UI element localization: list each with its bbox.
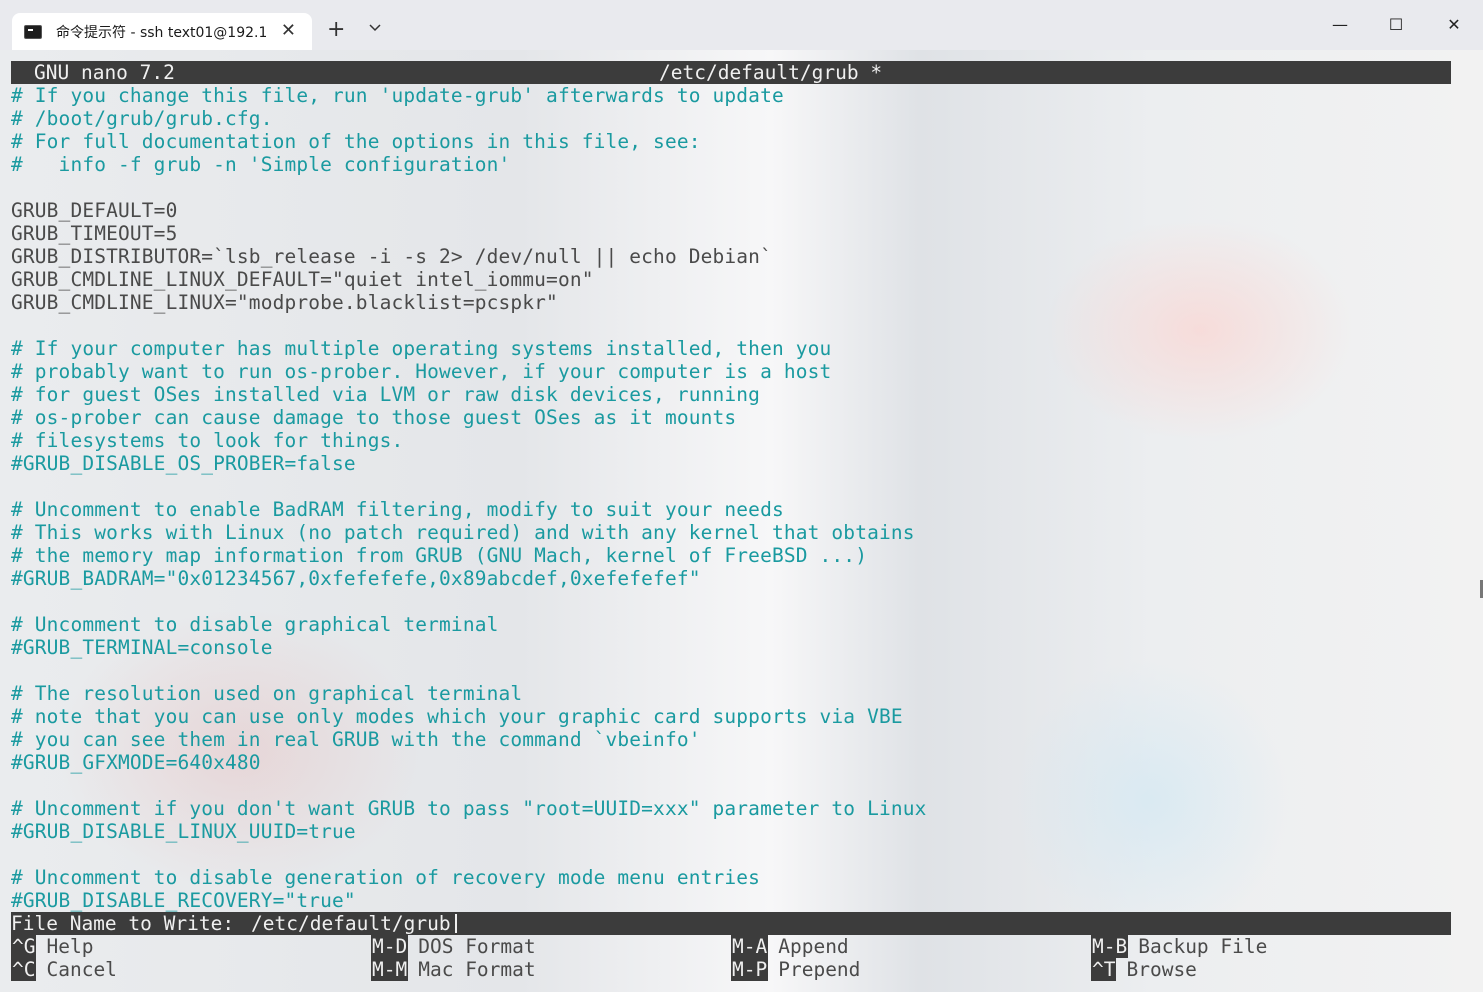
editor-line[interactable]: GRUB_TIMEOUT=5	[11, 222, 177, 245]
terminal-icon	[24, 24, 42, 39]
shortcut-label: Help	[46, 935, 94, 958]
shortcut-label: Prepend	[778, 958, 861, 981]
write-prompt-bar[interactable]: File Name to Write: /etc/default/grub	[11, 912, 1451, 935]
shortcut-key: M-A	[731, 935, 769, 958]
text-cursor	[455, 914, 457, 933]
editor-line[interactable]: # Uncomment to disable graphical termina…	[11, 613, 499, 636]
editor-line[interactable]: #GRUB_DISABLE_RECOVERY="true"	[11, 889, 356, 912]
editor-line[interactable]: # Uncomment if you don't want GRUB to pa…	[11, 797, 927, 820]
editor-line[interactable]: #GRUB_DISABLE_OS_PROBER=false	[11, 452, 356, 475]
shortcut-key: ^T	[1091, 958, 1117, 981]
editor-line[interactable]: #GRUB_BADRAM="0x01234567,0xfefefefe,0x89…	[11, 567, 701, 590]
shortcut-key: M-P	[731, 958, 769, 981]
editor-line[interactable]: GRUB_DEFAULT=0	[11, 199, 177, 222]
shortcut-key: ^C	[11, 958, 37, 981]
nano-file-title: /etc/default/grub *	[659, 61, 883, 84]
terminal-area[interactable]: GNU nano 7.2 /etc/default/grub * # If yo…	[0, 50, 1483, 992]
editor-line[interactable]: #GRUB_TERMINAL=console	[11, 636, 273, 659]
editor-line[interactable]: # note that you can use only modes which…	[11, 705, 903, 728]
nano-version: GNU nano 7.2	[34, 61, 175, 84]
editor-line[interactable]: # For full documentation of the options …	[11, 130, 701, 153]
editor-line[interactable]: # for guest OSes installed via LVM or ra…	[11, 383, 760, 406]
editor-line[interactable]: GRUB_CMDLINE_LINUX="modprobe.blacklist=p…	[11, 291, 558, 314]
maximize-button[interactable]: ☐	[1384, 14, 1408, 36]
shortcut-item[interactable]: M-D DOS Format	[371, 935, 536, 958]
title-bar: 命令提示符 - ssh text01@192.168.1.1 ✕ + — ☐ ✕	[0, 0, 1483, 50]
shortcut-item[interactable]: ^G Help	[11, 935, 93, 958]
close-window-button[interactable]: ✕	[1442, 14, 1466, 36]
editor-line[interactable]: # os-prober can cause damage to those gu…	[11, 406, 736, 429]
tab-command-prompt[interactable]: 命令提示符 - ssh text01@192.168.1.1 ✕	[12, 13, 312, 50]
shortcut-key: M-D	[371, 935, 409, 958]
editor-line[interactable]: #GRUB_DISABLE_LINUX_UUID=true	[11, 820, 356, 843]
tab-title: 命令提示符 - ssh text01@192.168.1.1	[56, 24, 266, 41]
editor-line[interactable]: # The resolution used on graphical termi…	[11, 682, 522, 705]
shortcut-label: Mac Format	[418, 958, 536, 981]
shortcut-key: M-M	[371, 958, 409, 981]
editor-line[interactable]: # you can see them in real GRUB with the…	[11, 728, 701, 751]
shortcut-item[interactable]: M-M Mac Format	[371, 958, 536, 981]
shortcut-item[interactable]: ^T Browse	[1091, 958, 1197, 981]
minimize-button[interactable]: —	[1328, 14, 1352, 36]
new-tab-button[interactable]: +	[327, 17, 345, 43]
shortcut-label: Browse	[1126, 958, 1197, 981]
nano-header-bar: GNU nano 7.2 /etc/default/grub *	[11, 61, 1451, 84]
editor-line[interactable]: # probably want to run os-prober. Howeve…	[11, 360, 831, 383]
editor-line[interactable]: # Uncomment to disable generation of rec…	[11, 866, 760, 889]
editor-line[interactable]: # filesystems to look for things.	[11, 429, 403, 452]
shortcut-item[interactable]: ^C Cancel	[11, 958, 117, 981]
editor-line[interactable]: GRUB_DISTRIBUTOR=`lsb_release -i -s 2> /…	[11, 245, 772, 268]
editor-line[interactable]: # the memory map information from GRUB (…	[11, 544, 867, 567]
shortcut-key: ^G	[11, 935, 37, 958]
shortcut-item[interactable]: M-P Prepend	[731, 958, 860, 981]
shortcut-label: Backup File	[1138, 935, 1268, 958]
editor-line[interactable]: # This works with Linux (no patch requir…	[11, 521, 915, 544]
editor-line[interactable]: # Uncomment to enable BadRAM filtering, …	[11, 498, 784, 521]
editor-line[interactable]: # /boot/grub/grub.cfg.	[11, 107, 273, 130]
shortcut-item[interactable]: M-B Backup File	[1091, 935, 1267, 958]
editor-line[interactable]: GRUB_CMDLINE_LINUX_DEFAULT="quiet intel_…	[11, 268, 594, 291]
shortcut-label: DOS Format	[418, 935, 536, 958]
write-prompt-filename[interactable]: /etc/default/grub	[251, 912, 451, 935]
shortcut-key: M-B	[1091, 935, 1129, 958]
editor-line[interactable]: # info -f grub -n 'Simple configuration'	[11, 153, 510, 176]
editor-line[interactable]: #GRUB_GFXMODE=640x480	[11, 751, 261, 774]
shortcut-label: Append	[778, 935, 849, 958]
write-prompt-label: File Name to Write:	[11, 912, 246, 935]
editor-line[interactable]: # If you change this file, run 'update-g…	[11, 84, 784, 107]
close-tab-icon[interactable]: ✕	[281, 21, 296, 41]
chevron-down-icon[interactable]	[368, 20, 382, 34]
editor-line[interactable]: # If your computer has multiple operatin…	[11, 337, 831, 360]
shortcut-item[interactable]: M-A Append	[731, 935, 849, 958]
shortcut-label: Cancel	[46, 958, 117, 981]
